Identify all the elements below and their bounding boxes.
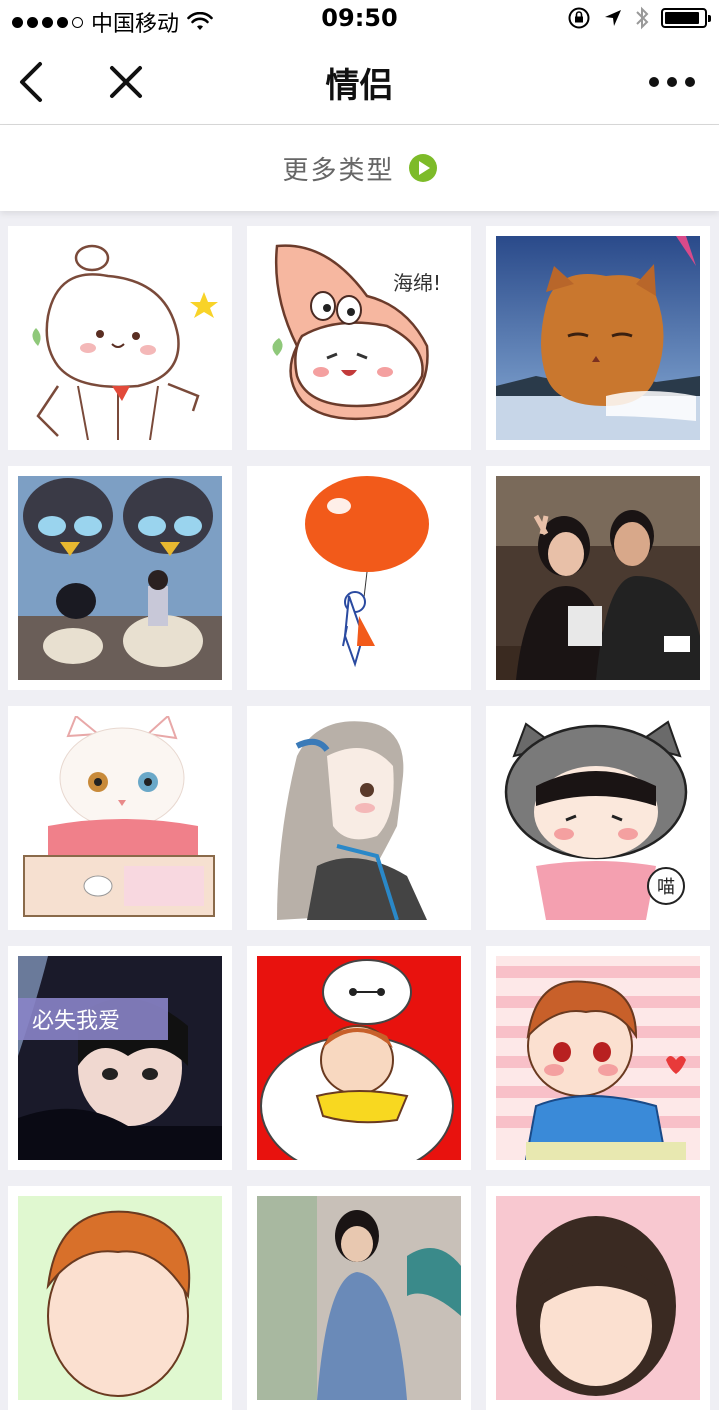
image-tile[interactable]: 喵 <box>486 706 710 930</box>
location-icon <box>605 10 621 26</box>
close-icon[interactable] <box>104 60 148 104</box>
girl-cartoon-partial-image <box>496 1196 700 1400</box>
baymax-hug-image <box>257 956 461 1160</box>
more-types-label: 更多类型 <box>282 155 395 186</box>
couple-photo-image <box>496 476 700 680</box>
rotation-lock-icon <box>568 7 590 29</box>
boy-photo-caption: 必失我爱 <box>32 1009 120 1034</box>
balloon-illustration-image <box>257 476 461 680</box>
image-tile[interactable] <box>8 706 232 930</box>
image-tile[interactable] <box>8 1186 232 1410</box>
image-grid: 海绵! 喵 必失我爱 <box>8 226 711 1410</box>
cat-hood-girl-image: 喵 <box>496 716 700 920</box>
more-types-button[interactable]: 更多类型 <box>282 150 437 187</box>
image-tile[interactable] <box>247 1186 471 1410</box>
image-tile[interactable] <box>486 946 710 1170</box>
play-arrow-icon <box>408 154 437 182</box>
bun-character-image <box>18 236 222 440</box>
boy-selfie-image: 必失我爱 <box>18 956 222 1160</box>
white-cat-illustration-image <box>18 716 222 920</box>
sponge-caption: 海绵! <box>393 271 441 295</box>
image-tile[interactable]: 海绵! <box>247 226 471 450</box>
cartoon-boy-partial-image <box>18 1196 222 1400</box>
boy-cartoon-image <box>496 956 700 1160</box>
image-tile[interactable] <box>486 1186 710 1410</box>
image-tile[interactable]: 必失我爱 <box>8 946 232 1170</box>
back-arrow-icon[interactable] <box>14 58 54 106</box>
image-tile[interactable] <box>486 226 710 450</box>
status-right <box>567 6 711 30</box>
anime-girl-image <box>257 716 461 920</box>
cat-photo-image <box>496 236 700 440</box>
bluetooth-icon <box>636 6 649 30</box>
more-dots-icon[interactable] <box>649 64 695 100</box>
image-tile[interactable] <box>247 946 471 1170</box>
patrick-bun-image: 海绵! <box>257 236 461 440</box>
image-tile[interactable] <box>8 466 232 690</box>
nav-bar: 情侣 <box>0 40 719 125</box>
image-tile[interactable] <box>247 706 471 930</box>
image-tile[interactable] <box>486 466 710 690</box>
status-bar: 中国移动 09:50 <box>0 0 719 40</box>
woman-photo-partial-image <box>257 1196 461 1400</box>
more-types-bar: 更多类型 <box>0 125 719 211</box>
penguin-photo-image <box>18 476 222 680</box>
image-tile[interactable] <box>247 466 471 690</box>
meow-caption: 喵 <box>657 877 675 898</box>
image-tile[interactable] <box>8 226 232 450</box>
battery-icon <box>661 8 711 28</box>
